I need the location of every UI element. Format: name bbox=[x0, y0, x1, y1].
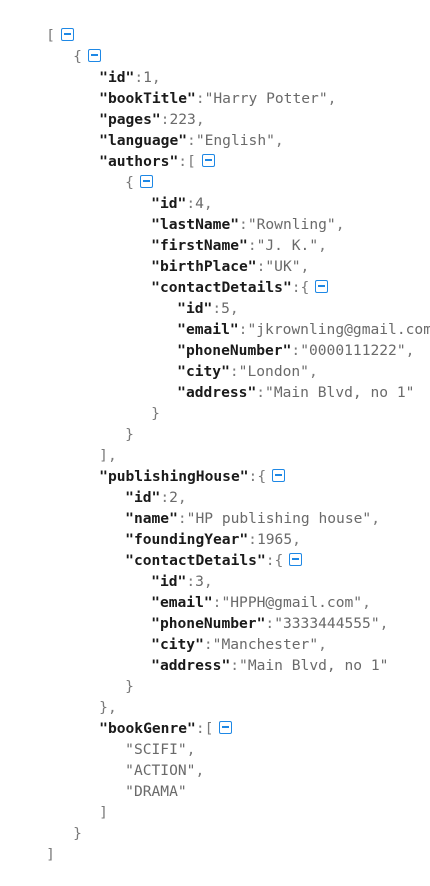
json-line: "id":1, bbox=[0, 47, 161, 86]
colon: : bbox=[265, 551, 275, 569]
comma: , bbox=[327, 89, 337, 107]
object-open-brace: { bbox=[274, 551, 284, 569]
json-line: "name":"HP publishing house", bbox=[0, 488, 380, 527]
json-line: ], bbox=[0, 425, 117, 464]
comma: , bbox=[371, 509, 380, 527]
json-line: "phoneNumber":"3333444555", bbox=[0, 593, 388, 632]
json-line: "foundingYear":1965, bbox=[0, 509, 301, 548]
json-line: ] bbox=[0, 824, 55, 863]
json-line: "phoneNumber":"0000111222", bbox=[0, 320, 414, 359]
json-value: "Harry Potter" bbox=[204, 89, 328, 107]
object-open-brace: { bbox=[257, 467, 267, 485]
json-line: "address":"Main Blvd, no 1" bbox=[0, 362, 414, 401]
json-line: "bookTitle":"Harry Potter", bbox=[0, 68, 336, 107]
json-line: "DRAMA" bbox=[0, 761, 187, 800]
json-line: } bbox=[0, 656, 134, 695]
collapse-icon[interactable] bbox=[201, 153, 215, 167]
json-line: "publishingHouse":{ bbox=[0, 446, 286, 485]
colon: : bbox=[178, 152, 188, 170]
json-line: "email":"jkrownling@gmail.com", bbox=[0, 299, 430, 338]
json-line: "address":"Main Blvd, no 1" bbox=[0, 635, 388, 674]
array-close-bracket: ] bbox=[46, 845, 55, 863]
object-open-brace: { bbox=[300, 278, 310, 296]
colon: : bbox=[230, 656, 240, 674]
comma: , bbox=[274, 131, 284, 149]
object-close-brace: } bbox=[125, 677, 134, 695]
array-open-bracket: [ bbox=[187, 152, 196, 170]
object-close-brace: } bbox=[73, 824, 82, 842]
json-line: "id":5, bbox=[0, 278, 239, 317]
colon: : bbox=[256, 383, 266, 401]
json-line: "city":"London", bbox=[0, 341, 318, 380]
collapse-icon[interactable] bbox=[315, 279, 329, 293]
json-tree-viewer: [ { "id":1, "bookTitle":"Harry Potter", … bbox=[0, 0, 430, 863]
colon: : bbox=[291, 278, 301, 296]
collapse-icon[interactable] bbox=[272, 468, 286, 482]
comma: , bbox=[379, 614, 389, 632]
json-line: "city":"Manchester", bbox=[0, 614, 327, 653]
json-line: "firstName":"J. K.", bbox=[0, 215, 327, 254]
json-line: { bbox=[0, 152, 153, 191]
json-array-value: "DRAMA" bbox=[125, 782, 187, 800]
comma: , bbox=[195, 761, 205, 779]
json-line: } bbox=[0, 803, 82, 842]
json-line: "id":4, bbox=[0, 173, 213, 212]
json-line: "contactDetails":{ bbox=[0, 530, 303, 569]
json-key: "address" bbox=[177, 383, 257, 401]
colon: : bbox=[195, 719, 205, 737]
json-line: "email":"HPPH@gmail.com", bbox=[0, 572, 371, 611]
array-open-bracket: [ bbox=[204, 719, 214, 737]
json-line: "ACTION", bbox=[0, 740, 204, 779]
json-line: "id":2, bbox=[0, 467, 187, 506]
json-value: "Main Blvd, no 1" bbox=[265, 383, 415, 401]
collapse-icon[interactable] bbox=[289, 552, 303, 566]
json-line: "bookGenre":[ bbox=[0, 698, 233, 737]
json-line: "authors":[ bbox=[0, 131, 215, 170]
json-line: "birthPlace":"UK", bbox=[0, 236, 309, 275]
json-line: "lastName":"Rownling", bbox=[0, 194, 344, 233]
json-line: ] bbox=[0, 782, 108, 821]
json-line: "id":3, bbox=[0, 551, 213, 590]
json-line: } bbox=[0, 404, 134, 443]
json-line: [ bbox=[0, 5, 74, 44]
json-line: "SCIFI", bbox=[0, 719, 195, 758]
json-line: } bbox=[0, 383, 160, 422]
object-close-brace: } bbox=[125, 425, 134, 443]
json-line: "pages":223, bbox=[0, 89, 204, 128]
json-key: "address" bbox=[151, 656, 231, 674]
object-close-brace: } bbox=[151, 404, 160, 422]
array-close-bracket: ] bbox=[99, 803, 108, 821]
json-line: "contactDetails":{ bbox=[0, 257, 329, 296]
collapse-icon[interactable] bbox=[219, 720, 233, 734]
json-value: "Main Blvd, no 1" bbox=[239, 656, 389, 674]
comma: , bbox=[335, 215, 345, 233]
json-line: { bbox=[0, 26, 101, 65]
json-line: }, bbox=[0, 677, 117, 716]
json-line: "language":"English", bbox=[0, 110, 284, 149]
comma: , bbox=[405, 341, 415, 359]
colon: : bbox=[248, 467, 258, 485]
comma: , bbox=[318, 236, 327, 254]
